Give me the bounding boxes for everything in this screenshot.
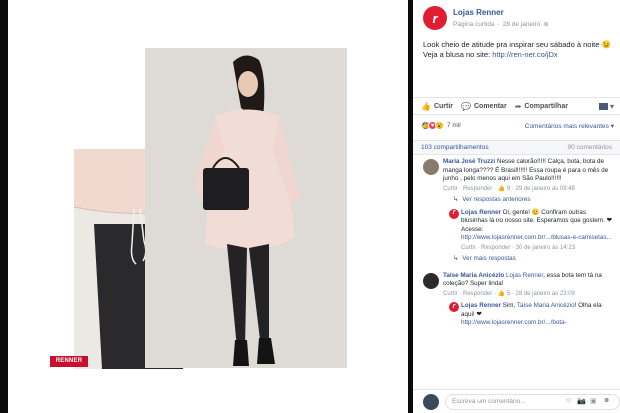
view-previous-replies[interactable]: ↳ Ver respostas anteriores <box>413 196 620 205</box>
reactions-summary: 👍 ♥ 😮 7 mil Comentários mais relevantes … <box>421 121 614 130</box>
emoji-icon[interactable]: ☺ <box>565 397 572 404</box>
comment-filter-dropdown[interactable]: Comentários mais relevantes ▾ <box>525 122 614 130</box>
page-type: Página curtida <box>453 20 495 28</box>
post-actions: 👍 Curtir 💬 Comentar ➦ Compartilhar ▾ <box>413 97 620 115</box>
reply-author[interactable]: Lojas Renner <box>461 302 501 309</box>
post-caption: Look cheio de atitude pra inspirar seu s… <box>423 40 613 60</box>
shares-count-link[interactable]: 103 compartilhamentos <box>421 144 489 151</box>
avatar[interactable] <box>423 159 439 175</box>
renner-logo: RENNER <box>50 356 88 367</box>
brand-label: RENNER <box>55 358 83 364</box>
comments-count: 90 comentários <box>567 144 612 151</box>
comment-author[interactable]: Maria José Truzzi <box>443 158 495 165</box>
reply: r Lojas Renner Sim, Taíse Maria Anicézio… <box>413 302 620 328</box>
gif-icon[interactable]: ▣ <box>590 397 597 405</box>
caption-link[interactable]: http://ren-ner.co/jDx <box>492 50 557 59</box>
photo-viewer: RENNER <box>0 0 413 413</box>
page-avatar-small[interactable]: r <box>449 208 459 219</box>
page-avatar[interactable]: r <box>423 6 447 30</box>
post-subtitle: Página curtida · 28 de janeiro ⊕ <box>453 20 549 29</box>
share-label: Compartilhar <box>524 102 568 110</box>
comment-button[interactable]: 💬 Comentar <box>461 102 507 111</box>
post-header: r Lojas Renner Página curtida · 28 de ja… <box>423 6 549 30</box>
reaction-count[interactable]: 7 mil <box>447 122 461 129</box>
avatar[interactable] <box>423 272 439 289</box>
reply-actions[interactable]: Curtir · Responder · 30 de janeiro às 14… <box>461 244 614 253</box>
reply-mention[interactable]: Taíse Maria Anicézio <box>517 302 575 309</box>
avatar <box>423 393 439 410</box>
wow-reaction-icon[interactable]: 😮 <box>435 121 444 130</box>
page-avatar-small[interactable]: r <box>449 302 459 312</box>
comment-author[interactable]: Taíse Maria Anicézio <box>443 272 504 279</box>
like-button[interactable]: 👍 Curtir <box>421 102 453 111</box>
post-date-link[interactable]: 28 de janeiro <box>503 21 541 28</box>
sticker-icon[interactable]: ☻ <box>603 397 610 404</box>
separator: · <box>497 20 500 28</box>
reply-arrow-icon: ↳ <box>453 196 459 203</box>
globe-icon: ⊕ <box>543 21 549 28</box>
comment-icon: 💬 <box>461 101 471 111</box>
counts-row: 103 compartilhamentos 90 comentários <box>413 140 620 155</box>
share-button[interactable]: ➦ Compartilhar <box>515 102 568 111</box>
post-photo[interactable]: RENNER <box>8 0 408 413</box>
reply-text-prefix: Sim, <box>502 302 517 309</box>
comments-list: Maria José Truzzi Nesse calorão!!!!! Cal… <box>413 158 620 328</box>
comment-actions[interactable]: Curtir · Responder · 👍 5 · 28 de janeiro… <box>443 290 614 299</box>
comment-label: Comentar <box>474 102 507 110</box>
comment: Maria José Truzzi Nesse calorão!!!!! Cal… <box>413 158 620 193</box>
chevron-down-icon: ▾ <box>609 101 614 111</box>
comment: Taíse Maria Anicézio Lojas Renner, essa … <box>413 272 620 299</box>
reply-link[interactable]: http://www.lojasrenner.com.br/.../bota- <box>461 319 614 328</box>
model-photo <box>145 48 347 368</box>
comment-composer: Escreva um comentário... <box>413 389 620 413</box>
view-more-replies[interactable]: ↳ Ver mais respostas <box>413 255 620 264</box>
previous-replies-label: Ver respostas anteriores <box>462 196 531 203</box>
page-name-link[interactable]: Lojas Renner <box>453 8 549 17</box>
page-thumbnail-icon <box>598 102 608 110</box>
comment-actions[interactable]: Curtir · Responder · 👍 9 · 29 de janeiro… <box>443 185 614 194</box>
comment-mention[interactable]: Lojas Renner <box>506 272 543 279</box>
post-as-menu[interactable]: ▾ <box>598 101 614 111</box>
post-sidebar: r Lojas Renner Página curtida · 28 de ja… <box>413 0 620 413</box>
like-label: Curtir <box>433 102 454 110</box>
thumbs-up-icon: 👍 <box>421 101 431 111</box>
more-replies-label: Ver mais respostas <box>462 255 516 262</box>
share-icon: ➦ <box>514 101 522 111</box>
reply-arrow-icon: ↳ <box>453 255 459 262</box>
reply-author[interactable]: Lojas Renner <box>461 209 501 216</box>
camera-icon[interactable]: 📷 <box>577 397 586 405</box>
reply: r Lojas Renner Oi, gente! 😊 Confiram out… <box>413 208 620 253</box>
reply-link[interactable]: http://www.lojasrenner.com.br/.../blusas… <box>461 234 614 243</box>
